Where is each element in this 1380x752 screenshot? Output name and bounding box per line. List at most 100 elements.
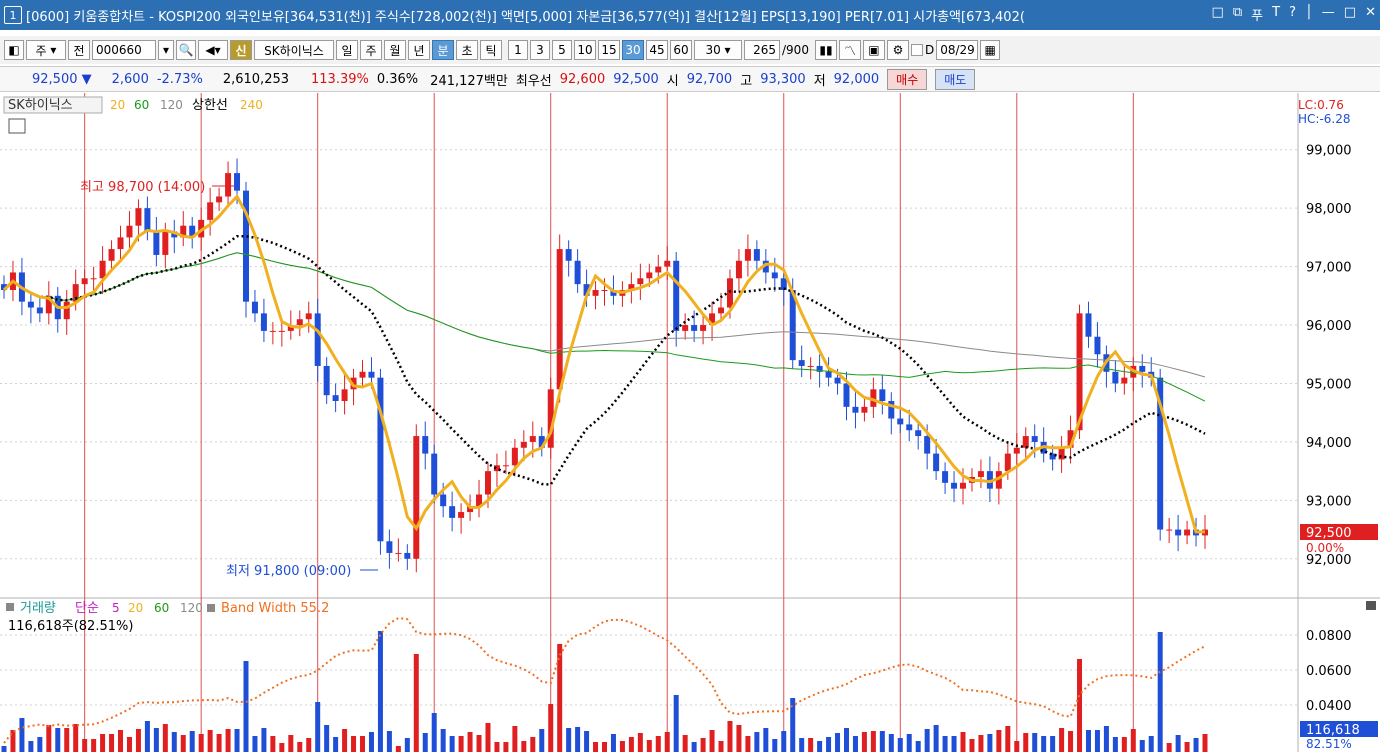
candle-up (664, 260, 671, 267)
volume-bar (46, 725, 52, 752)
tab-minute[interactable]: 분 (432, 40, 454, 60)
candle-up (646, 272, 653, 279)
sound-icon[interactable]: ◀▾ (198, 40, 228, 60)
maximize-icon[interactable]: □ (1344, 5, 1356, 24)
count-total: /900 (782, 43, 809, 57)
interval-1[interactable]: 1 (508, 40, 528, 60)
stock-code-dropdown-icon[interactable]: ▾ (158, 40, 174, 60)
stock-code-input[interactable]: 000660 (92, 40, 156, 60)
volume-bar (377, 631, 383, 752)
tab-year[interactable]: 년 (408, 40, 430, 60)
volume-bar (548, 704, 554, 752)
interval-3[interactable]: 3 (530, 40, 550, 60)
volume-bar (960, 732, 966, 752)
help-icon[interactable]: ? (1289, 5, 1296, 24)
new-window-icon[interactable]: ⧉ (1233, 5, 1242, 24)
price-tick-label: 99,000 (1306, 144, 1352, 159)
close-icon[interactable]: ✕ (1365, 5, 1376, 24)
table-toggle-icon[interactable] (8, 118, 26, 134)
volume-bar (1005, 726, 1011, 752)
candle-down (314, 313, 321, 366)
interval-5[interactable]: 5 (552, 40, 572, 60)
chart-type-icon[interactable]: ▮▮ (814, 40, 837, 60)
volume-bar (781, 731, 787, 752)
tab-tick[interactable]: 틱 (480, 40, 502, 60)
interval-30[interactable]: 30 (622, 40, 644, 60)
stock-chart[interactable]: 99,000 98,000 97,000 96,000 95,000 94,000 93,0… (0, 93, 1380, 752)
candle-down (1094, 336, 1101, 355)
prev-button[interactable]: 전 (68, 40, 90, 60)
volume-bar (987, 734, 993, 752)
interval-15[interactable]: 15 (598, 40, 620, 60)
screen-number-badge[interactable]: 1 (4, 6, 22, 24)
trade-volume: 2,610,253 (222, 71, 290, 87)
window-controls: □ ⧉ 푸 T ? │ — □ ✕ (1212, 5, 1376, 24)
layout-icon[interactable]: □ (1212, 5, 1224, 24)
interval-10[interactable]: 10 (574, 40, 596, 60)
volume-bar (897, 738, 903, 752)
volume-bar (10, 730, 16, 752)
candle-down (36, 307, 43, 314)
legend-ma-20: 20 (110, 98, 125, 112)
search-icon[interactable]: 🔍 (176, 40, 196, 60)
calendar-icon[interactable]: ▦ (980, 40, 1001, 60)
candle-down (825, 371, 832, 378)
volume-bar (153, 728, 159, 752)
volume-bar (1184, 742, 1190, 752)
candle-up (682, 325, 689, 331)
buy-button[interactable]: 매수 (887, 68, 928, 90)
count-input[interactable]: 265 (744, 40, 780, 60)
pin-icon[interactable]: 푸 (1251, 5, 1263, 24)
interval-60[interactable]: 60 (670, 40, 692, 60)
candle-down (368, 371, 375, 378)
bandwidth-legend: Band Width 55.2 (221, 601, 329, 616)
minimize-icon[interactable]: — (1322, 5, 1335, 24)
volume-bar (593, 742, 599, 752)
volume-bar (682, 735, 688, 752)
candle-up (726, 278, 733, 308)
price-change-pct: -2.73% (156, 71, 203, 87)
candle-up (744, 249, 751, 261)
candle-up (108, 249, 115, 261)
tab-month[interactable]: 월 (384, 40, 406, 60)
volume-bar (476, 735, 482, 752)
volume-bar (754, 732, 760, 752)
volume-bar (171, 732, 177, 752)
save-icon[interactable]: ▣ (862, 40, 885, 60)
gear-icon[interactable]: ⚙ (886, 40, 909, 60)
candle-up (520, 441, 527, 448)
screen-settings-icon[interactable]: ◧ (4, 40, 24, 60)
panel-close-icon[interactable] (1366, 601, 1376, 610)
volume-bar (1085, 730, 1091, 752)
sell-button[interactable]: 매도 (935, 68, 976, 90)
tab-week[interactable]: 주 (360, 40, 382, 60)
volume-bar (1175, 735, 1181, 752)
bandwidth-tick-label: 0.0800 (1306, 629, 1352, 644)
volume-bar (1050, 736, 1056, 752)
interval-45[interactable]: 45 (646, 40, 668, 60)
candle-up (126, 225, 133, 238)
interval-select[interactable]: 30 ▾ (694, 40, 742, 60)
stock-name-label[interactable]: SK하이닉스 (254, 40, 334, 60)
candle-up (601, 289, 608, 291)
period-select[interactable]: 주 ▾ (26, 40, 66, 60)
legend-limit-label: 상한선 (192, 98, 228, 113)
tab-second[interactable]: 초 (456, 40, 478, 60)
volume-bar (261, 728, 267, 752)
candle-down (906, 424, 913, 431)
date-checkbox[interactable] (910, 44, 923, 56)
trade-amount: 241,127백만 (430, 73, 508, 89)
candle-down (1175, 529, 1182, 536)
volume-bar (566, 728, 572, 752)
bandwidth-tick-label: 0.0400 (1306, 699, 1352, 714)
tab-day[interactable]: 일 (336, 40, 358, 60)
font-icon[interactable]: T (1272, 5, 1280, 24)
candle-up (225, 173, 232, 197)
candle-down (691, 325, 698, 331)
new-stock-badge[interactable]: 신 (230, 40, 252, 60)
line-tool-icon[interactable]: 〽 (838, 40, 861, 60)
date-input[interactable]: 08/29 (936, 40, 979, 60)
volume-bar (216, 734, 222, 752)
current-volume-pct-tag: 82.51% (1306, 737, 1352, 751)
turnover-rate: 0.36% (376, 71, 419, 87)
